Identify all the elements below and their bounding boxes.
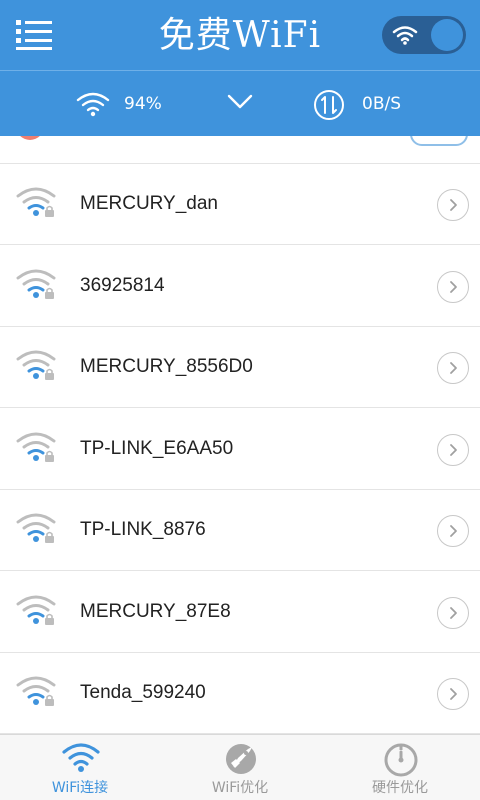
network-detail-button[interactable] bbox=[437, 352, 469, 384]
chevron-down-icon[interactable] bbox=[226, 93, 254, 111]
status-dot bbox=[16, 136, 44, 140]
network-detail-button[interactable] bbox=[437, 189, 469, 221]
chevron-right-icon bbox=[450, 199, 457, 211]
app-screen: 免费WiFi 94% 0B/S MERCURY_dan 36925814 MER… bbox=[0, 0, 480, 800]
wifi-signal-icon bbox=[16, 513, 56, 543]
network-detail-button[interactable] bbox=[437, 433, 469, 466]
list-item[interactable]: TP-LINK_8876 bbox=[0, 490, 480, 571]
wifi-toggle[interactable] bbox=[382, 16, 466, 54]
network-detail-button[interactable] bbox=[437, 270, 469, 303]
network-name: TP-LINK_E6AA50 bbox=[80, 437, 234, 459]
chevron-right-icon bbox=[450, 362, 457, 374]
network-detail-button[interactable] bbox=[437, 678, 469, 710]
list-item[interactable]: MERCURY_8556D0 bbox=[0, 327, 480, 408]
wifi-signal-icon bbox=[16, 350, 56, 380]
list-item[interactable]: MERCURY_87E8 bbox=[0, 572, 480, 653]
list-item[interactable]: TP-LINK_E6AA50 bbox=[0, 409, 480, 490]
list-item[interactable]: Tenda_599240 bbox=[0, 653, 480, 734]
wifi-signal-icon bbox=[16, 187, 56, 217]
wifi-signal-icon bbox=[16, 269, 56, 299]
chevron-right-icon bbox=[450, 525, 457, 537]
speed-value: 0B/S bbox=[362, 94, 401, 114]
chevron-right-icon bbox=[450, 280, 457, 293]
wifi-signal-icon bbox=[16, 432, 56, 462]
network-list: MERCURY_dan 36925814 MERCURY_8556D0 TP-LINK… bbox=[0, 136, 480, 734]
tab-label: 硬件优化 bbox=[372, 780, 428, 796]
header-bar: 免费WiFi bbox=[0, 0, 480, 70]
chevron-right-icon bbox=[450, 443, 457, 456]
network-name: MERCURY_87E8 bbox=[80, 600, 231, 622]
tab-wifi-optimize[interactable]: WiFi优化 bbox=[160, 735, 320, 800]
gauge-icon bbox=[384, 743, 418, 777]
chevron-right-icon bbox=[450, 606, 457, 619]
rocket-icon bbox=[226, 744, 256, 774]
tab-wifi-connect[interactable]: WiFi连接 bbox=[0, 735, 160, 800]
signal-strength-value: 94% bbox=[124, 94, 162, 114]
toggle-knob bbox=[431, 19, 463, 51]
wifi-icon bbox=[62, 743, 100, 772]
tab-label: WiFi优化 bbox=[211, 780, 269, 796]
bottom-tab-bar: WiFi连接 WiFi优化 硬件优化 bbox=[0, 734, 480, 800]
wifi-icon bbox=[76, 92, 110, 117]
network-detail-button[interactable] bbox=[437, 596, 469, 629]
list-item[interactable]: 36925814 bbox=[0, 246, 480, 327]
tab-label: WiFi连接 bbox=[51, 780, 109, 796]
status-bar: 94% 0B/S bbox=[0, 70, 480, 136]
chevron-right-icon bbox=[450, 688, 457, 700]
network-name: TP-LINK_8876 bbox=[80, 519, 206, 540]
wifi-icon bbox=[392, 26, 418, 45]
network-name: MERCURY_8556D0 bbox=[80, 356, 253, 377]
list-item[interactable] bbox=[0, 136, 480, 164]
tab-hardware-optimize[interactable]: 硬件优化 bbox=[320, 735, 480, 800]
network-name: MERCURY_dan bbox=[80, 193, 218, 214]
network-name: 36925814 bbox=[80, 274, 165, 296]
network-detail-button[interactable] bbox=[437, 515, 469, 547]
list-item[interactable]: MERCURY_dan bbox=[0, 164, 480, 245]
wifi-signal-icon bbox=[16, 595, 56, 625]
wifi-signal-icon bbox=[16, 676, 56, 706]
network-name: Tenda_599240 bbox=[80, 682, 206, 703]
speed-icon bbox=[314, 90, 344, 120]
action-pill[interactable] bbox=[410, 136, 468, 146]
